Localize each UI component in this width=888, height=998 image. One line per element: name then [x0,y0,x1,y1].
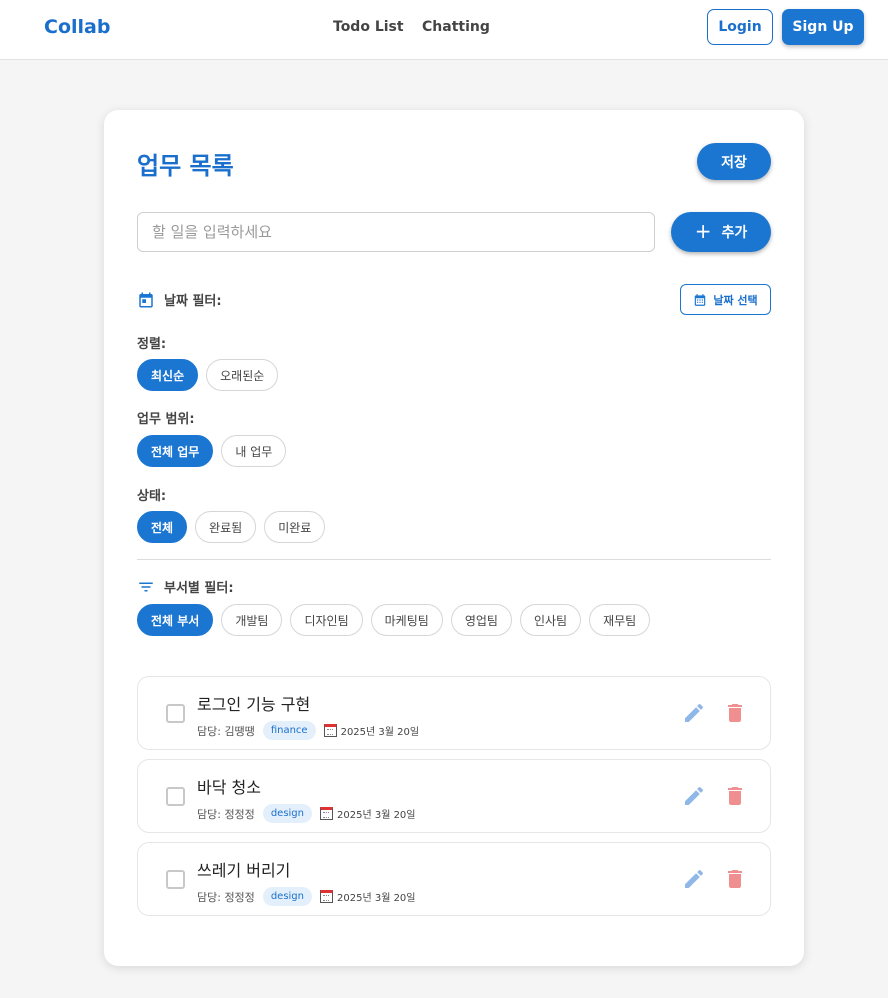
department-filter-label: 부서별 필터: [164,581,234,596]
todo-item: 쓰레기 버리기 담당: 정정정 design 2025년 3월 20일 [137,842,771,916]
nav-todo-list[interactable]: Todo List [333,19,404,35]
scope-option-mine[interactable]: 내 업무 [221,435,287,467]
todo-title: 바닥 청소 [197,778,261,797]
calendar-icon [139,292,153,307]
status-option-pending[interactable]: 미완료 [264,511,326,543]
nav-chatting[interactable]: Chatting [422,19,490,35]
todo-date-text: 2025년 3월 20일 [337,893,416,904]
delete-icon[interactable] [723,701,747,725]
todo-item: 로그인 기능 구현 담당: 김땡땡 finance 2025년 3월 20일 [137,676,771,750]
plus-icon: + [694,219,712,243]
todo-assignee: 담당: 김땡땡 [197,724,255,738]
save-button[interactable]: 저장 [697,143,771,180]
scope-options: 전체 업무 내 업무 [137,435,287,467]
brand-logo[interactable]: Collab [44,16,110,38]
department-tag: design [262,804,312,823]
sort-option-newest[interactable]: 최신순 [137,359,199,391]
department-options: 전체 부서 개발팀 디자인팀 마케팅팀 영업팀 인사팀 재무팀 [137,604,651,636]
todo-meta: 담당: 정정정 design 2025년 3월 20일 [197,804,416,823]
todo-date: 2025년 3월 20일 [320,889,416,904]
todo-meta: 담당: 김땡땡 finance 2025년 3월 20일 [197,721,419,740]
dept-option-all[interactable]: 전체 부서 [137,604,214,636]
sort-options: 최신순 오래된순 [137,359,279,391]
edit-icon[interactable] [682,784,706,808]
status-option-all[interactable]: 전체 [137,511,188,543]
todo-title: 쓰레기 버리기 [197,861,291,880]
date-select-button[interactable]: 날짜 선택 [680,284,771,315]
todo-date-text: 2025년 3월 20일 [337,810,416,821]
login-button[interactable]: Login [707,9,773,45]
sort-option-oldest[interactable]: 오래된순 [206,359,279,391]
todo-input[interactable] [137,212,655,252]
dept-option-sales[interactable]: 영업팀 [450,604,512,636]
add-todo-button[interactable]: + 추가 [671,212,771,252]
edit-icon[interactable] [682,867,706,891]
todo-meta: 담당: 정정정 design 2025년 3월 20일 [197,887,416,906]
status-option-done[interactable]: 완료됨 [195,511,257,543]
todo-title: 로그인 기능 구현 [197,695,311,714]
date-filter-header: 날짜 필터: [137,290,222,309]
todo-assignee: 담당: 정정정 [197,807,255,821]
todo-checkbox[interactable] [166,870,185,889]
todo-assignee: 담당: 정정정 [197,890,255,904]
calendar-emoji-icon [323,724,337,737]
filter-icon [139,582,153,591]
todo-card: 업무 목록 저장 + 추가 날짜 필터: 날짜 선택 정렬: 최신순 오래된순 … [104,110,804,966]
page-title: 업무 목록 [137,152,234,180]
calendar-emoji-icon [320,890,333,903]
department-filter-header: 부서별 필터: [137,577,234,596]
scope-option-all[interactable]: 전체 업무 [137,435,214,467]
calendar-grid-icon [695,293,706,306]
todo-checkbox[interactable] [166,787,185,806]
dept-option-dev[interactable]: 개발팀 [221,604,283,636]
dept-option-hr[interactable]: 인사팀 [519,604,582,636]
date-filter-label: 날짜 필터: [164,294,222,309]
scope-label: 업무 범위: [137,412,195,427]
divider [137,559,771,560]
department-tag: finance [262,721,316,740]
department-tag: design [262,887,312,906]
todo-date: 2025년 3월 20일 [320,806,416,821]
todo-checkbox[interactable] [166,704,185,723]
dept-option-design[interactable]: 디자인팀 [290,604,363,636]
edit-icon[interactable] [682,701,706,725]
status-label: 상태: [137,489,167,504]
todo-item: 바닥 청소 담당: 정정정 design 2025년 3월 20일 [137,759,771,833]
sort-label: 정렬: [137,337,167,352]
signup-button[interactable]: Sign Up [782,9,864,45]
dept-option-finance[interactable]: 재무팀 [589,604,651,636]
todo-date: 2025년 3월 20일 [323,723,420,738]
delete-icon[interactable] [723,867,747,891]
delete-icon[interactable] [723,784,747,808]
date-select-label: 날짜 선택 [713,293,758,307]
dept-option-marketing[interactable]: 마케팅팀 [370,604,443,636]
add-label: 추가 [721,225,748,241]
status-options: 전체 완료됨 미완료 [137,511,326,543]
top-navbar: Collab Todo List Chatting Login Sign Up [0,0,888,60]
todo-date-text: 2025년 3월 20일 [340,727,420,738]
calendar-emoji-icon [320,807,333,820]
